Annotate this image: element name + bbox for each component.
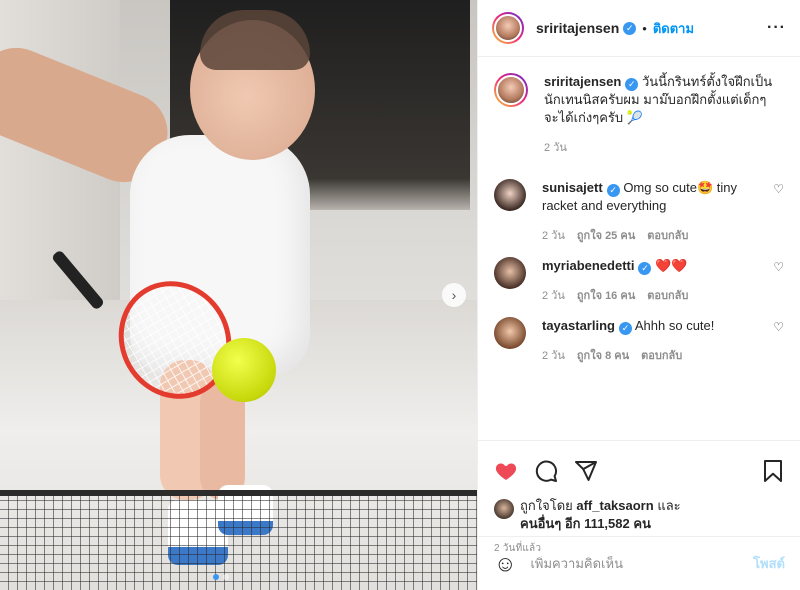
commenter-avatar[interactable] bbox=[494, 179, 526, 211]
comment-time[interactable]: 2 วัน bbox=[542, 287, 565, 305]
comment-like-heart-icon[interactable]: ♡ bbox=[773, 182, 784, 196]
liker-username[interactable]: aff_taksaorn bbox=[576, 498, 653, 513]
likes-and: และ bbox=[657, 498, 681, 513]
likes-others-count[interactable]: คนอื่นๆ อีก 111,582 คน bbox=[520, 516, 651, 531]
comment-input[interactable] bbox=[530, 556, 754, 571]
comment-reply-button[interactable]: ตอบกลับ bbox=[641, 347, 682, 365]
comment-username[interactable]: tayastarling bbox=[542, 318, 615, 333]
caption: sriritajensen ✓ วันนี้กรินทร์ตั้งใจฝึกเป็… bbox=[494, 73, 784, 157]
verified-badge-icon: ✓ bbox=[618, 321, 632, 335]
comment-like-count[interactable]: ถูกใจ 8 คน bbox=[577, 347, 629, 365]
commenter-avatar[interactable] bbox=[494, 257, 526, 289]
more-options-button[interactable]: ··· bbox=[767, 19, 786, 37]
caption-body: sriritajensen ✓ วันนี้กรินทร์ตั้งใจฝึกเป็… bbox=[544, 73, 784, 157]
comment-username[interactable]: sunisajett bbox=[542, 180, 603, 195]
verified-badge-icon: ✓ bbox=[606, 183, 620, 197]
comment-text: Ahhh so cute! bbox=[634, 318, 715, 333]
carousel-next-button[interactable]: › bbox=[442, 283, 466, 307]
comment-item: tayastarling ✓ Ahhh so cute! 2 วัน ถูกใจ … bbox=[494, 317, 784, 365]
share-icon[interactable] bbox=[574, 459, 598, 483]
comment-icon[interactable] bbox=[534, 459, 558, 483]
comment-meta: 2 วัน ถูกใจ 8 คน ตอบกลับ bbox=[542, 347, 762, 365]
likes-text: ถูกใจโดย aff_taksaorn และ คนอื่นๆ อีก 11… bbox=[520, 497, 681, 533]
action-icons-row bbox=[494, 451, 784, 491]
photo-tennis-ball bbox=[212, 338, 276, 402]
comment-meta: 2 วัน ถูกใจ 25 คน ตอบกลับ bbox=[542, 227, 762, 245]
comment-item: myriabenedetti ✓ ❤️❤️ 2 วัน ถูกใจ 16 คน ต… bbox=[494, 257, 784, 305]
post-photo[interactable]: › bbox=[0, 0, 477, 590]
comment-like-count[interactable]: ถูกใจ 16 คน bbox=[577, 287, 635, 305]
liker-avatar[interactable] bbox=[494, 499, 514, 519]
comment-time[interactable]: 2 วัน bbox=[542, 227, 565, 245]
photo-tennis-net bbox=[0, 490, 477, 590]
comment-body: sunisajett ✓ Omg so cute🤩 tiny racket and… bbox=[542, 179, 784, 245]
carousel-dot-active bbox=[213, 574, 219, 580]
comment-body: tayastarling ✓ Ahhh so cute! 2 วัน ถูกใจ … bbox=[542, 317, 784, 365]
caption-time[interactable]: 2 วัน bbox=[544, 139, 567, 157]
comment-meta: 2 วัน ถูกใจ 16 คน ตอบกลับ bbox=[542, 287, 762, 305]
post-header: sriritajensen ✓ • ติดตาม ··· bbox=[478, 0, 800, 57]
likes-summary: ถูกใจโดย aff_taksaorn และ คนอื่นๆ อีก 11… bbox=[494, 497, 784, 533]
add-comment-bar: ☺ โพสต์ bbox=[478, 536, 800, 590]
caption-username[interactable]: sriritajensen bbox=[544, 74, 621, 89]
photo-baby-hair bbox=[200, 10, 310, 70]
caption-avatar[interactable] bbox=[494, 73, 528, 107]
likes-prefix: ถูกใจโดย bbox=[520, 498, 573, 513]
comments-list: sriritajensen ✓ วันนี้กรินทร์ตั้งใจฝึกเป็… bbox=[478, 57, 800, 440]
author-avatar[interactable] bbox=[492, 12, 524, 44]
commenter-avatar[interactable] bbox=[494, 317, 526, 349]
verified-badge-icon: ✓ bbox=[638, 261, 652, 275]
comment-reply-button[interactable]: ตอบกลับ bbox=[647, 287, 688, 305]
chevron-right-icon: › bbox=[451, 287, 457, 303]
carousel-indicator bbox=[213, 574, 229, 580]
heart-icon[interactable] bbox=[494, 459, 518, 483]
comment-text: ❤️❤️ bbox=[655, 258, 688, 273]
comment-like-heart-icon[interactable]: ♡ bbox=[773, 260, 784, 274]
carousel-dot bbox=[223, 574, 229, 580]
comment-like-heart-icon[interactable]: ♡ bbox=[773, 320, 784, 334]
bookmark-icon[interactable] bbox=[762, 459, 784, 483]
verified-badge-icon: ✓ bbox=[623, 21, 637, 35]
post-side-panel: sriritajensen ✓ • ติดตาม ··· sriritajens… bbox=[477, 0, 800, 590]
comment-username[interactable]: myriabenedetti bbox=[542, 258, 634, 273]
comment-time[interactable]: 2 วัน bbox=[542, 347, 565, 365]
comment-like-count[interactable]: ถูกใจ 25 คน bbox=[577, 227, 635, 245]
comment-reply-button[interactable]: ตอบกลับ bbox=[647, 227, 688, 245]
emoji-icon[interactable]: ☺ bbox=[494, 551, 516, 577]
comment-item: sunisajett ✓ Omg so cute🤩 tiny racket and… bbox=[494, 179, 784, 245]
comment-body: myriabenedetti ✓ ❤️❤️ 2 วัน ถูกใจ 16 คน ต… bbox=[542, 257, 784, 305]
instagram-post: › sriritajensen ✓ • ติดตาม ··· sriritaje… bbox=[0, 0, 800, 590]
author-username[interactable]: sriritajensen bbox=[536, 20, 619, 36]
caption-meta: 2 วัน bbox=[544, 139, 784, 157]
follow-button[interactable]: ติดตาม bbox=[653, 18, 694, 39]
post-comment-button[interactable]: โพสต์ bbox=[753, 553, 785, 574]
separator-dot: • bbox=[642, 20, 647, 36]
verified-badge-icon: ✓ bbox=[625, 77, 639, 91]
